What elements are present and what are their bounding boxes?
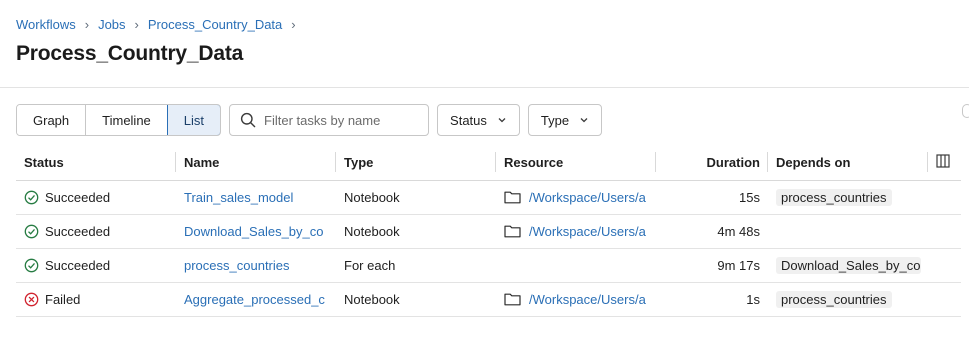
breadcrumb-separator: › (84, 17, 90, 32)
status-cell: Succeeded (16, 248, 176, 283)
resource-cell: /Workspace/Users/a (496, 214, 656, 249)
column-header-name[interactable]: Name (176, 145, 336, 181)
resource-link[interactable]: /Workspace/Users/a (529, 292, 646, 307)
status-cell: Succeeded (16, 180, 176, 215)
duration-text: 9m 17s (717, 257, 760, 273)
partial-edge-control (962, 104, 969, 118)
search-icon (240, 112, 256, 128)
spacer-cell (928, 214, 961, 249)
name-cell: Aggregate_processed_c (176, 282, 336, 317)
column-header-depends-on[interactable]: Depends on (768, 145, 928, 181)
duration-cell: 4m 48s (656, 214, 768, 249)
duration-cell: 15s (656, 180, 768, 215)
column-settings-button[interactable] (928, 145, 961, 181)
name-cell: process_countries (176, 248, 336, 283)
resource-link[interactable]: /Workspace/Users/a (529, 190, 646, 205)
column-header-status[interactable]: Status (16, 145, 176, 181)
check-circle-icon (24, 224, 39, 238)
task-type: Notebook (344, 189, 400, 205)
page-title: Process_Country_Data (16, 42, 244, 65)
breadcrumb-job[interactable]: Process_Country_Data (148, 17, 282, 32)
spacer-cell (928, 180, 961, 215)
status-cell: Succeeded (16, 214, 176, 249)
toolbar: Graph Timeline List Status Type (16, 104, 603, 136)
depends-on-cell: process_countries (768, 282, 928, 317)
column-header-duration[interactable]: Duration (656, 145, 768, 181)
resource-cell: /Workspace/Users/a (496, 180, 656, 215)
table-row[interactable]: Succeeded Train_sales_model Notebook/Works… (16, 180, 961, 215)
type-filter-label: Type (540, 112, 570, 128)
type-cell: Notebook (336, 282, 496, 317)
status-text: Failed (45, 291, 81, 307)
depends-on-cell (768, 214, 928, 249)
tab-timeline[interactable]: Timeline (86, 105, 168, 135)
task-type: Notebook (344, 223, 400, 239)
task-name-link[interactable]: process_countries (184, 258, 290, 273)
duration-cell: 9m 17s (656, 248, 768, 283)
table-header-row: Status Name Type Resource Duration Depen… (16, 145, 961, 181)
dependency-chip[interactable]: process_countries (776, 188, 892, 206)
task-name-link[interactable]: Download_Sales_by_co (184, 224, 323, 239)
column-header-resource[interactable]: Resource (496, 145, 656, 181)
folder-icon (504, 191, 521, 204)
status-filter-dropdown[interactable]: Status (437, 104, 520, 136)
header-divider (0, 87, 969, 88)
tab-list[interactable]: List (166, 105, 221, 135)
search-input[interactable] (264, 112, 415, 128)
status-filter-label: Status (450, 112, 487, 128)
spacer-cell (928, 282, 961, 317)
spacer-cell (928, 248, 961, 283)
resource-cell: /Workspace/Users/a (496, 282, 656, 317)
status-text: Succeeded (45, 189, 111, 205)
name-cell: Download_Sales_by_co (176, 214, 336, 249)
tab-graph[interactable]: Graph (17, 105, 87, 135)
dependency-chip[interactable]: Download_Sales_by_co (776, 256, 921, 274)
depends-on-cell: Download_Sales_by_co (768, 248, 928, 283)
dependency-chip[interactable]: process_countries (776, 290, 892, 308)
duration-text: 15s (739, 189, 760, 205)
type-filter-dropdown[interactable]: Type (527, 104, 603, 136)
task-type: Notebook (344, 291, 400, 307)
folder-icon (504, 293, 521, 306)
check-circle-icon (24, 258, 39, 272)
duration-text: 4m 48s (717, 223, 760, 239)
name-cell: Train_sales_model (176, 180, 336, 215)
type-cell: For each (336, 248, 496, 283)
check-circle-icon (24, 190, 39, 204)
chevron-down-icon (580, 118, 588, 123)
breadcrumb-separator: › (134, 17, 139, 32)
tasks-table: Status Name Type Resource Duration Depen… (16, 145, 961, 317)
columns-icon (936, 154, 950, 168)
folder-icon (504, 225, 521, 238)
table-row[interactable]: Failed Aggregate_processed_c Notebook/Work… (16, 282, 961, 317)
depends-on-cell: process_countries (768, 180, 928, 215)
table-row[interactable]: Succeeded process_countries For each 9m 17s… (16, 248, 961, 283)
status-cell: Failed (16, 282, 176, 317)
type-cell: Notebook (336, 214, 496, 249)
task-name-link[interactable]: Train_sales_model (184, 190, 293, 205)
task-type: For each (344, 257, 396, 273)
table-row[interactable]: Succeeded Download_Sales_by_co Notebook/Wo… (16, 214, 961, 249)
type-cell: Notebook (336, 180, 496, 215)
breadcrumb-workflows[interactable]: Workflows (16, 17, 76, 32)
duration-cell: 1s (656, 282, 768, 317)
column-header-type[interactable]: Type (336, 145, 496, 181)
view-switcher: Graph Timeline List (16, 104, 222, 136)
task-name-link[interactable]: Aggregate_processed_c (184, 292, 325, 307)
status-text: Succeeded (45, 257, 111, 273)
chevron-down-icon (498, 118, 506, 123)
breadcrumb-separator: › (291, 17, 296, 32)
status-text: Succeeded (45, 223, 111, 239)
breadcrumb-jobs[interactable]: Jobs (98, 17, 125, 32)
breadcrumb: Workflows › Jobs › Process_Country_Data … (16, 17, 305, 32)
resource-cell (496, 248, 656, 283)
search-box[interactable] (229, 104, 430, 136)
resource-link[interactable]: /Workspace/Users/a (529, 224, 646, 239)
x-circle-icon (24, 292, 39, 306)
duration-text: 1s (746, 291, 760, 307)
